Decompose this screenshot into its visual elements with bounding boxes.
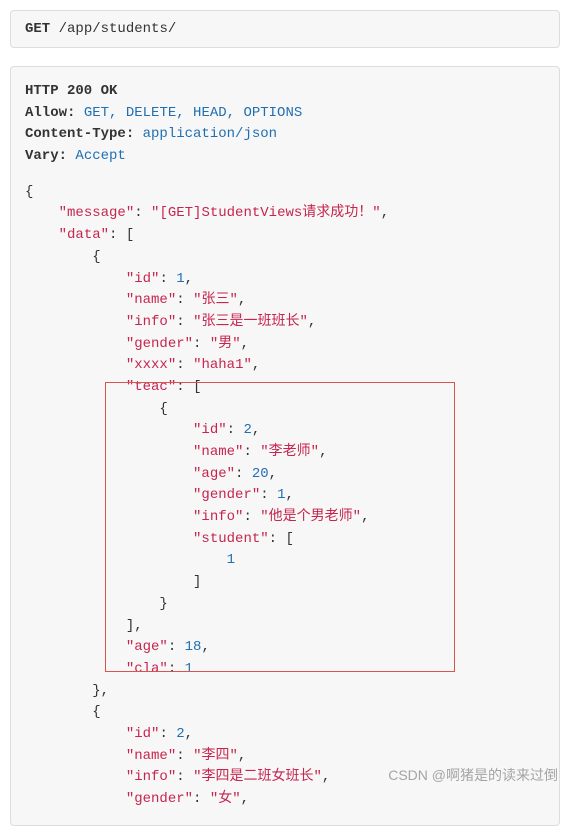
header-vary: Vary: Accept: [25, 146, 545, 168]
http-method: GET: [25, 21, 50, 37]
header-label: Allow:: [25, 105, 75, 121]
request-path: /app/students/: [59, 21, 177, 37]
header-label: Content-Type:: [25, 126, 134, 142]
json-body: { "message": "[GET]StudentViews请求成功！", "…: [25, 182, 545, 811]
watermark: CSDN @啊猪是的读来过倒: [388, 765, 558, 785]
response-block: HTTP 200 OK Allow: GET, DELETE, HEAD, OP…: [10, 66, 560, 826]
header-value: GET, DELETE, HEAD, OPTIONS: [84, 105, 302, 121]
header-content-type: Content-Type: application/json: [25, 124, 545, 146]
header-value: application/json: [143, 126, 277, 142]
status-line: HTTP 200 OK: [25, 81, 545, 103]
request-bar: GET /app/students/: [10, 10, 560, 48]
header-label: Vary:: [25, 148, 67, 164]
header-allow: Allow: GET, DELETE, HEAD, OPTIONS: [25, 103, 545, 125]
header-value: Accept: [75, 148, 125, 164]
